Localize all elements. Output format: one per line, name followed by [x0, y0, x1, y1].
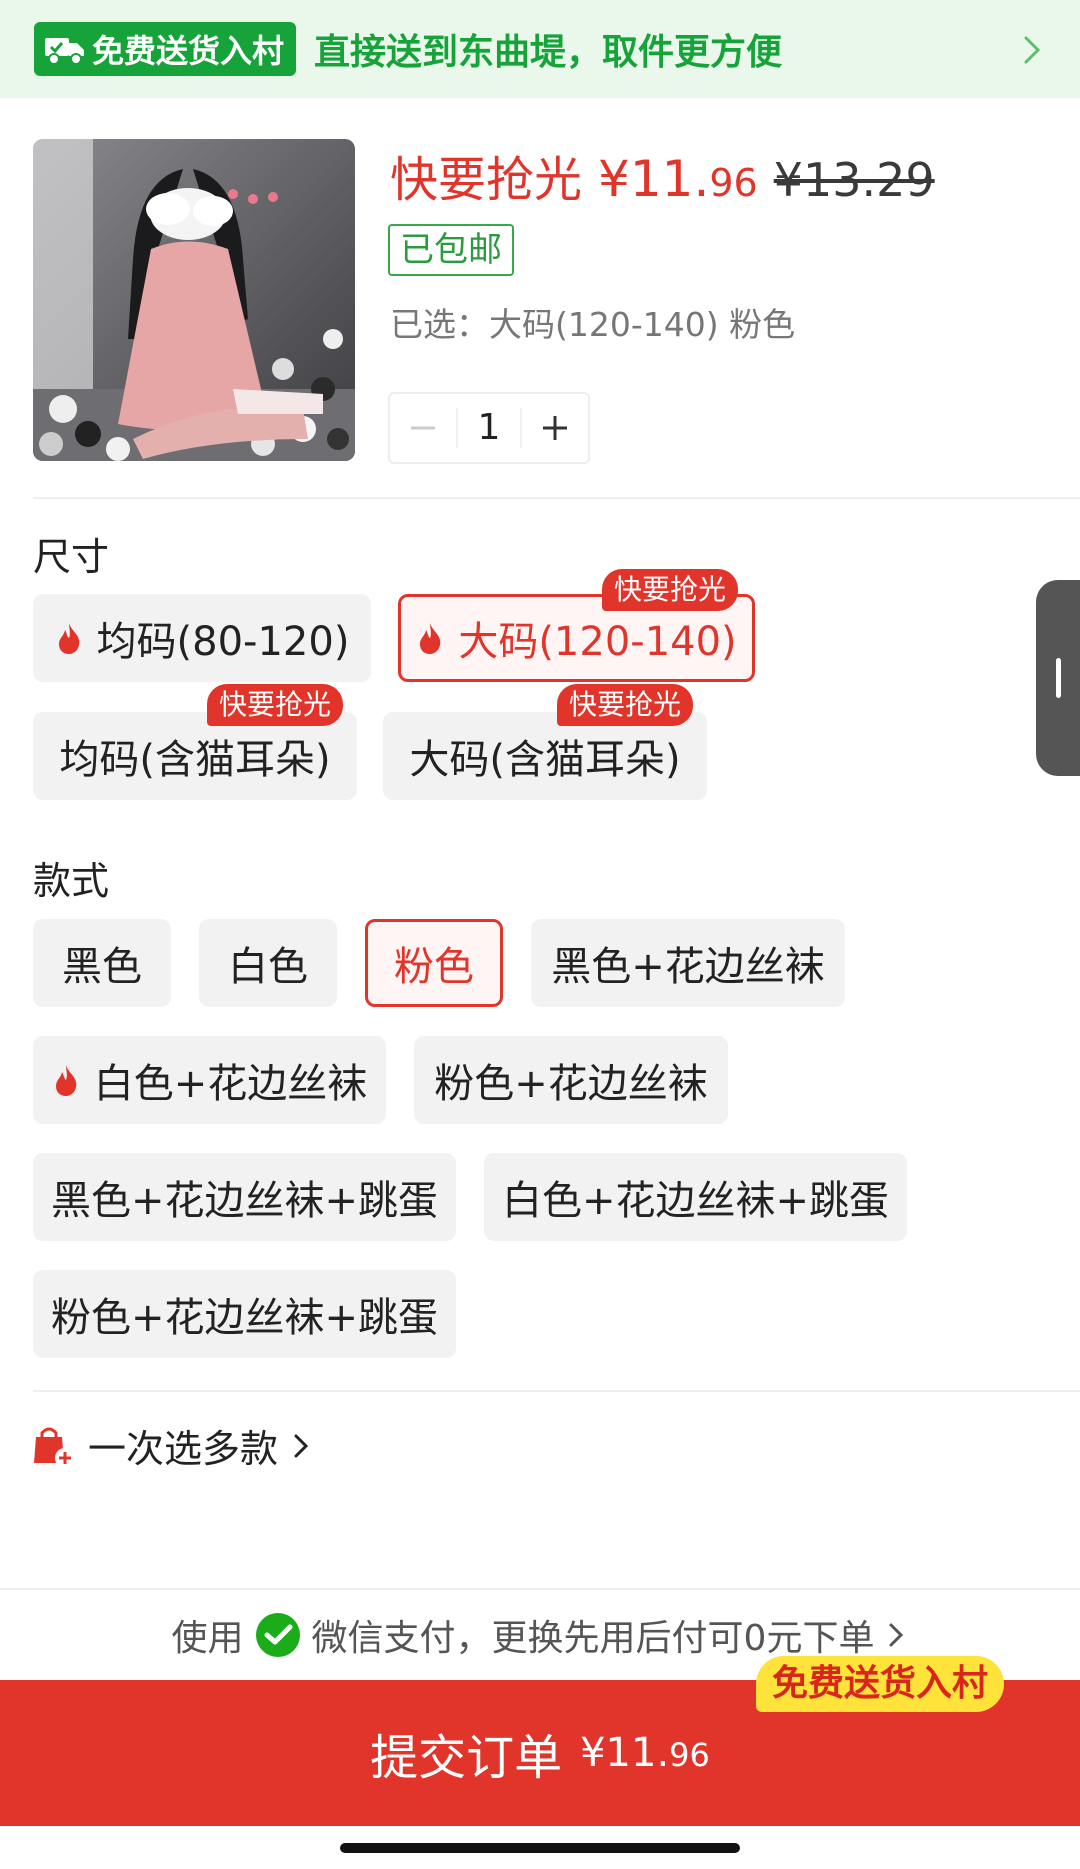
decrease-button[interactable]: [390, 394, 456, 462]
submit-amount: ¥11.96: [580, 1730, 710, 1776]
product-photo: [33, 139, 355, 461]
shipping-badge: 已包邮: [388, 224, 514, 276]
free-delivery-badge: 免费送货入村: [34, 22, 297, 76]
style-option-label: 粉色+花边丝袜+跳蛋: [50, 1295, 439, 1341]
home-indicator[interactable]: [340, 1843, 740, 1853]
minus-icon: [411, 426, 435, 430]
chevron-right-icon: [889, 1623, 904, 1647]
style-option-6[interactable]: 黑色+花边丝袜+跳蛋: [33, 1153, 456, 1241]
truck-icon: [45, 38, 84, 65]
size-option-3[interactable]: 大码(含猫耳朵) 快要抢光: [383, 684, 707, 800]
style-option-label: 黑色+花边丝袜: [551, 944, 825, 990]
style-option-label: 黑色+花边丝袜+跳蛋: [50, 1178, 439, 1224]
flame-icon: [55, 1065, 76, 1096]
side-drawer-handle[interactable]: [1036, 580, 1080, 776]
multi-select-link[interactable]: 一次选多款: [30, 1418, 314, 1473]
style-option-label: 白色: [228, 944, 308, 990]
increase-button[interactable]: [522, 394, 588, 462]
style-section-title: 款式: [33, 859, 110, 903]
price-row: 快要抢光 ¥11.96 ¥13.29: [390, 140, 935, 210]
style-option-8[interactable]: 粉色+花边丝袜+跳蛋: [33, 1270, 456, 1358]
quantity-value[interactable]: 1: [456, 408, 522, 448]
style-option-2[interactable]: 粉色: [365, 919, 503, 1007]
hot-sale-tag: 快要抢光: [206, 684, 343, 726]
size-option-2[interactable]: 均码(含猫耳朵) 快要抢光: [33, 684, 357, 800]
hot-sale-label: 快要抢光: [390, 152, 583, 208]
original-price: ¥13.29: [773, 153, 935, 207]
size-option-label: 大码(含猫耳朵): [409, 737, 681, 783]
style-option-4[interactable]: 白色+花边丝袜: [33, 1036, 386, 1124]
current-price: ¥11.96: [598, 150, 758, 208]
divider: [33, 1390, 1080, 1392]
style-option-label: 白色+花边丝袜: [93, 1061, 368, 1107]
style-option-label: 黑色: [62, 944, 142, 990]
style-option-label: 粉色: [394, 944, 474, 990]
chevron-right-icon[interactable]: [1012, 30, 1052, 70]
divider: [33, 497, 1080, 499]
selected-variant-text: 已选：大码(120-140) 粉色: [390, 305, 796, 344]
banner-text: 直接送到东曲堤，取件更方便: [314, 32, 783, 73]
plus-icon: [543, 416, 567, 440]
size-option-1[interactable]: 大码(120-140) 快要抢光: [398, 569, 755, 682]
style-option-1[interactable]: 白色: [199, 919, 337, 1007]
size-option-label: 均码(80-120): [96, 619, 350, 665]
payment-text: 微信支付，更换先用后付可0元下单: [311, 1618, 875, 1659]
flame-icon: [420, 623, 441, 654]
hot-sale-tag: 快要抢光: [556, 684, 693, 726]
size-section-title: 尺寸: [33, 535, 110, 579]
size-option-label: 均码(含猫耳朵): [59, 737, 331, 783]
wechat-pay-icon: [255, 1613, 300, 1657]
payment-prefix: 使用: [171, 1618, 244, 1659]
shopping-bag-add-icon: [34, 1427, 75, 1468]
chevron-right-icon: [294, 1434, 309, 1457]
style-option-0[interactable]: 黑色: [33, 919, 171, 1007]
style-option-5[interactable]: 粉色+花边丝袜: [414, 1036, 728, 1124]
delivery-banner[interactable]: 免费送货入村 直接送到东曲堤，取件更方便: [0, 0, 1080, 98]
free-delivery-label: 免费送货入村: [92, 32, 285, 70]
hot-sale-tag: 快要抢光: [601, 569, 738, 611]
style-option-label: 粉色+花边丝袜: [434, 1061, 708, 1107]
style-option-label: 白色+花边丝袜+跳蛋: [501, 1178, 890, 1224]
size-option-0[interactable]: 均码(80-120): [33, 594, 371, 682]
style-option-3[interactable]: 黑色+花边丝袜: [531, 919, 845, 1007]
size-option-label: 大码(120-140): [458, 619, 737, 665]
handle-grip: [1056, 658, 1061, 698]
submit-label: 提交订单: [370, 1730, 563, 1786]
style-option-7[interactable]: 白色+花边丝袜+跳蛋: [484, 1153, 907, 1241]
multi-select-label: 一次选多款: [88, 1427, 279, 1471]
order-sku-panel: 免费送货入村 直接送到东曲堤，取件更方便 快要抢光 ¥11.96 ¥13.29 …: [0, 0, 1080, 1869]
product-thumbnail[interactable]: [33, 139, 355, 461]
flame-icon: [58, 623, 79, 654]
free-delivery-tag: 免费送货入村: [756, 1656, 1005, 1712]
quantity-stepper: 1: [388, 392, 590, 464]
